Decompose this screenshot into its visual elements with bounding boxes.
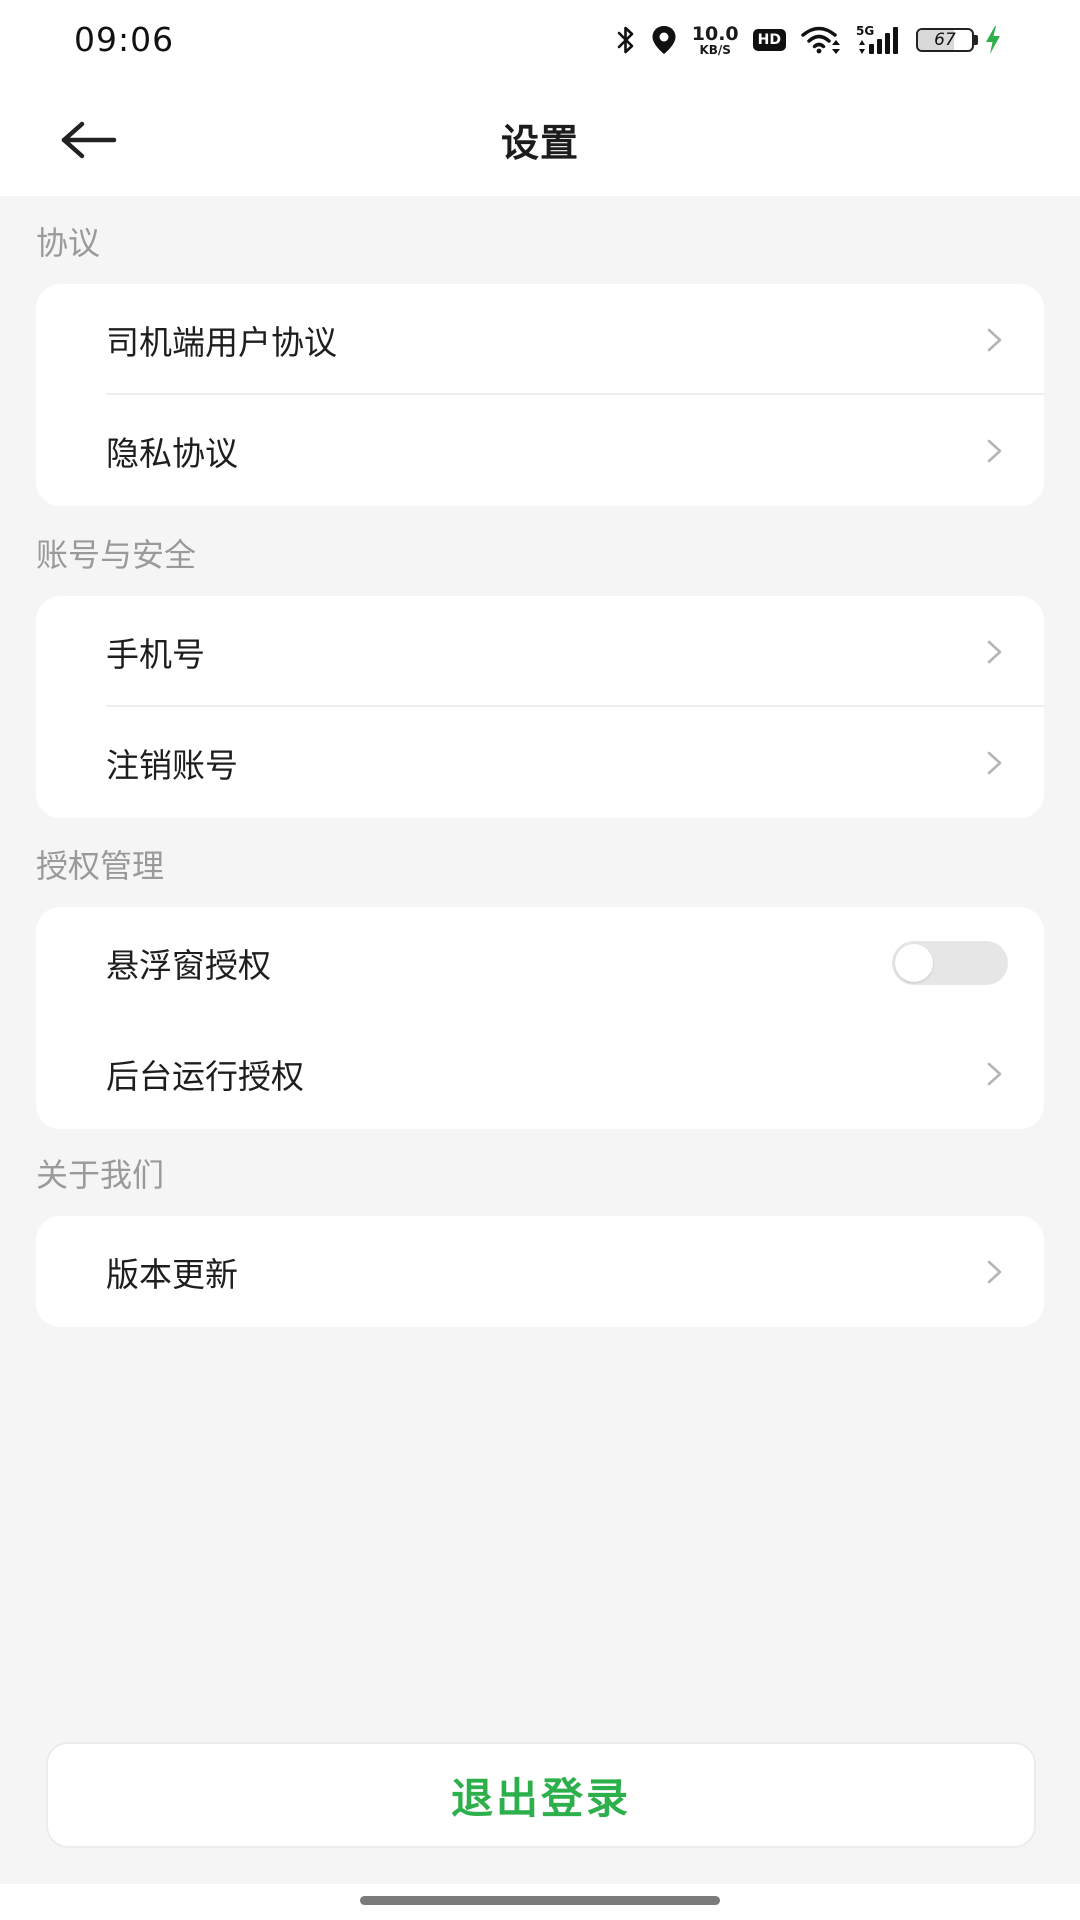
- row-driver-user-agreement[interactable]: 司机端用户协议: [36, 284, 1044, 395]
- chevron-right-icon: [987, 439, 1002, 462]
- logout-label: 退出登录: [450, 1773, 631, 1823]
- section-label-agreements: 协议: [36, 224, 101, 262]
- card-about-us: 版本更新: [36, 1216, 1044, 1327]
- card-account-security: 手机号 注销账号: [36, 596, 1044, 818]
- row-label: 版本更新: [106, 1254, 238, 1294]
- battery-level: 67: [934, 30, 956, 50]
- row-label: 手机号: [106, 634, 205, 674]
- hd-badge: HD: [752, 29, 786, 51]
- chevron-right-icon: [987, 1260, 1002, 1283]
- chevron-right-icon: [987, 1062, 1002, 1085]
- card-permissions: 悬浮窗授权 后台运行授权: [36, 907, 1044, 1129]
- bottom-bar: [0, 1884, 1080, 1920]
- net-speed-unit: KB/S: [699, 42, 731, 57]
- location-icon: [650, 24, 678, 56]
- row-version-update[interactable]: 版本更新: [36, 1216, 1044, 1327]
- row-label: 悬浮窗授权: [106, 945, 271, 985]
- network-type-label: 5G: [856, 24, 874, 38]
- row-privacy-agreement[interactable]: 隐私协议: [36, 395, 1044, 506]
- row-label: 隐私协议: [106, 433, 238, 473]
- status-bar: 09:06 10.0 KB/S HD 5G 67: [0, 0, 1080, 82]
- bluetooth-icon: [616, 25, 636, 55]
- logout-button[interactable]: 退出登录: [46, 1742, 1036, 1848]
- row-floating-window-permission: 悬浮窗授权: [36, 907, 1044, 1018]
- floating-window-toggle[interactable]: [892, 940, 1008, 985]
- row-delete-account[interactable]: 注销账号: [36, 707, 1044, 818]
- row-label: 后台运行授权: [106, 1056, 304, 1096]
- section-label-about-us: 关于我们: [36, 1156, 165, 1194]
- page-title: 设置: [500, 121, 579, 165]
- toggle-knob: [895, 943, 933, 982]
- row-label: 注销账号: [106, 745, 238, 785]
- section-label-permissions: 授权管理: [36, 847, 165, 885]
- row-label: 司机端用户协议: [106, 322, 337, 362]
- card-agreements: 司机端用户协议 隐私协议: [36, 284, 1044, 506]
- net-speed: 10.0 KB/S: [691, 22, 739, 57]
- app-header: 设置: [0, 82, 1080, 196]
- wifi-icon: [800, 25, 842, 55]
- battery-indicator: 67: [916, 28, 978, 52]
- chevron-right-icon: [987, 751, 1002, 774]
- row-phone-number[interactable]: 手机号: [36, 596, 1044, 707]
- home-indicator[interactable]: [360, 1896, 720, 1905]
- status-icons: 10.0 KB/S HD 5G 67: [602, 20, 1002, 60]
- battery-body: 67: [916, 28, 974, 52]
- row-background-run-permission[interactable]: 后台运行授权: [36, 1018, 1044, 1129]
- chevron-right-icon: [987, 328, 1002, 351]
- charging-icon: [984, 25, 1002, 55]
- battery-tip: [974, 35, 978, 45]
- chevron-right-icon: [987, 640, 1002, 663]
- section-label-account-security: 账号与安全: [36, 536, 197, 574]
- net-speed-value: 10.0: [691, 22, 739, 45]
- status-time: 09:06: [74, 20, 175, 59]
- signal-icon: 5G: [856, 24, 902, 56]
